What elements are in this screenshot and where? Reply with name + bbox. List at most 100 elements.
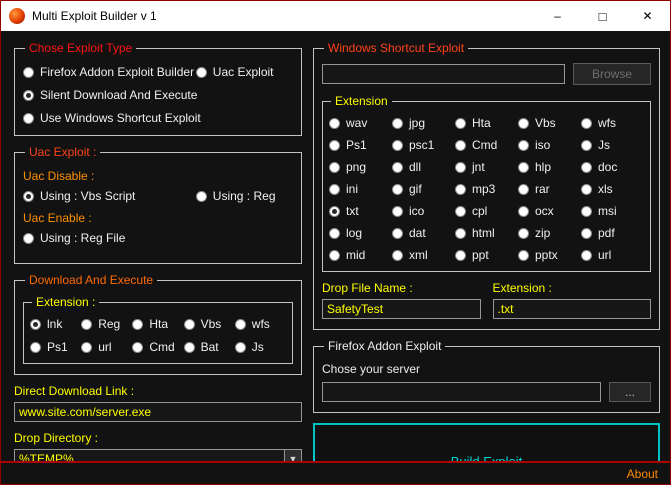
radio-icon [455, 206, 466, 217]
radio-icon [518, 184, 529, 195]
radio-option[interactable]: Hta [132, 317, 183, 331]
shortcut-drop-file-input[interactable] [322, 299, 481, 319]
radio-option[interactable]: Use Windows Shortcut Exploit [23, 111, 293, 125]
radio-option[interactable]: png [329, 160, 392, 174]
uac-exploit-title: Uac Exploit : [25, 145, 100, 159]
radio-label: Bat [201, 340, 219, 354]
radio-option[interactable]: Using : Vbs Script [23, 189, 196, 203]
radio-icon [392, 184, 403, 195]
close-button[interactable]: ✕ [625, 1, 670, 31]
radio-option[interactable]: mp3 [455, 182, 518, 196]
radio-option[interactable]: dll [392, 160, 455, 174]
chose-server-label: Chose your server [322, 362, 651, 376]
direct-download-link-input[interactable] [14, 402, 302, 422]
radio-icon [392, 162, 403, 173]
radio-option[interactable]: Using : Reg File [23, 231, 196, 245]
radio-label: rar [535, 182, 550, 196]
radio-label: url [598, 248, 611, 262]
radio-option[interactable]: Uac Exploit [196, 65, 293, 79]
download-extension-title: Extension : [32, 295, 99, 309]
radio-option[interactable]: html [455, 226, 518, 240]
radio-option[interactable]: Reg [81, 317, 132, 331]
radio-option[interactable]: wav [329, 116, 392, 130]
shortcut-path-input[interactable] [322, 64, 565, 84]
radio-option[interactable]: wfs [581, 116, 644, 130]
radio-option[interactable]: ico [392, 204, 455, 218]
radio-option[interactable]: ppt [455, 248, 518, 262]
radio-option[interactable]: msi [581, 204, 644, 218]
radio-option[interactable]: mid [329, 248, 392, 262]
maximize-button[interactable]: □ [580, 1, 625, 31]
radio-option[interactable]: Cmd [455, 138, 518, 152]
shortcut-extension-grid: wav jpg Hta [329, 116, 644, 262]
radio-label: Ps1 [47, 340, 68, 354]
radio-option[interactable]: wfs [235, 317, 286, 331]
radio-option[interactable]: Vbs [518, 116, 581, 130]
radio-icon [23, 113, 34, 124]
radio-option[interactable]: xls [581, 182, 644, 196]
radio-icon [196, 67, 207, 78]
radio-option[interactable]: pdf [581, 226, 644, 240]
firefox-server-row: ... [322, 382, 651, 402]
radio-label: wfs [252, 317, 270, 331]
radio-option[interactable]: cpl [455, 204, 518, 218]
firefox-server-input[interactable] [322, 382, 601, 402]
radio-option[interactable]: doc [581, 160, 644, 174]
radio-label: gif [409, 182, 422, 196]
radio-option[interactable]: Js [581, 138, 644, 152]
radio-option[interactable]: Silent Download And Execute [23, 88, 293, 102]
radio-icon [30, 319, 41, 330]
shortcut-extension-input[interactable] [493, 299, 652, 319]
radio-option[interactable]: lnk [30, 317, 81, 331]
radio-option[interactable]: Bat [184, 340, 235, 354]
radio-icon [455, 250, 466, 261]
radio-option[interactable]: gif [392, 182, 455, 196]
radio-option[interactable]: Js [235, 340, 286, 354]
radio-option[interactable]: Cmd [132, 340, 183, 354]
radio-option[interactable]: jnt [455, 160, 518, 174]
radio-label: html [472, 226, 495, 240]
radio-option[interactable]: Using : Reg [196, 189, 276, 203]
radio-option[interactable]: iso [518, 138, 581, 152]
radio-icon [581, 250, 592, 261]
radio-icon [392, 140, 403, 151]
server-browse-button[interactable]: ... [609, 382, 651, 402]
radio-option[interactable]: rar [518, 182, 581, 196]
radio-option[interactable]: url [581, 248, 644, 262]
minimize-button[interactable]: – [535, 1, 580, 31]
radio-option[interactable]: xml [392, 248, 455, 262]
radio-option[interactable]: log [329, 226, 392, 240]
uac-exploit-group: Uac Exploit : Uac Disable : Using : Vbs … [14, 145, 302, 264]
radio-icon [455, 228, 466, 239]
radio-option[interactable]: Hta [455, 116, 518, 130]
minimize-icon: – [554, 9, 561, 23]
radio-option[interactable]: dat [392, 226, 455, 240]
radio-icon [581, 206, 592, 217]
radio-option[interactable]: txt [329, 204, 392, 218]
radio-label: Vbs [201, 317, 222, 331]
radio-option[interactable]: hlp [518, 160, 581, 174]
radio-option[interactable]: Vbs [184, 317, 235, 331]
radio-option[interactable]: jpg [392, 116, 455, 130]
close-icon: ✕ [642, 9, 652, 23]
radio-icon [455, 140, 466, 151]
radio-option[interactable]: pptx [518, 248, 581, 262]
radio-label: Vbs [535, 116, 556, 130]
radio-option[interactable]: url [81, 340, 132, 354]
radio-option[interactable]: zip [518, 226, 581, 240]
radio-label: ini [346, 182, 358, 196]
radio-option[interactable]: Ps1 [329, 138, 392, 152]
radio-label: doc [598, 160, 617, 174]
radio-icon [235, 319, 246, 330]
radio-option[interactable]: ocx [518, 204, 581, 218]
radio-label: wav [346, 116, 367, 130]
radio-icon [23, 191, 34, 202]
radio-option[interactable]: psc1 [392, 138, 455, 152]
radio-option[interactable]: Firefox Addon Exploit Builder [23, 65, 196, 79]
radio-option[interactable]: Ps1 [30, 340, 81, 354]
radio-option[interactable]: ini [329, 182, 392, 196]
browse-button[interactable]: Browse [573, 63, 651, 85]
about-link[interactable]: About [627, 467, 658, 481]
radio-label: Cmd [149, 340, 174, 354]
radio-icon [455, 184, 466, 195]
